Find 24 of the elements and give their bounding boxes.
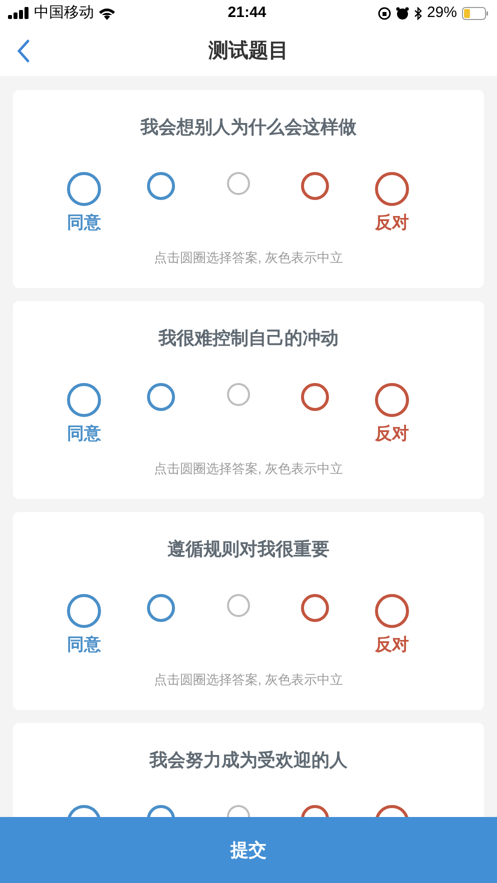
question-title: 遵循规则对我很重要: [168, 538, 330, 561]
question-title: 我会努力成为受欢迎的人: [150, 749, 348, 772]
carrier-name: 中国移动: [34, 2, 94, 23]
battery-percent: 29%: [426, 2, 457, 23]
scale-label: 反对: [375, 423, 409, 445]
question-title: 我会想别人为什么会这样做: [140, 116, 356, 139]
status-time: 21:44: [228, 2, 266, 23]
scale-label: 同意: [67, 634, 101, 656]
scale-label: 同意: [67, 423, 101, 445]
submit-button[interactable]: 提交: [0, 817, 497, 883]
hint-text: 点击圆圈选择答案, 灰色表示中立: [154, 460, 344, 478]
scale-label: 反对: [375, 634, 409, 656]
scale-label: 同意: [67, 212, 101, 234]
signal-icon: [8, 7, 30, 19]
page-title: 测试题目: [208, 39, 288, 64]
battery-icon: [462, 6, 489, 20]
back-icon: [16, 39, 30, 63]
hint-text: 点击圆圈选择答案, 灰色表示中立: [154, 671, 344, 689]
rotation-lock-icon: [378, 6, 391, 20]
question-title: 我很难控制自己的冲动: [158, 327, 338, 350]
bluetooth-icon: [414, 6, 422, 20]
hint-text: 点击圆圈选择答案, 灰色表示中立: [154, 249, 344, 267]
scale-label: 反对: [375, 212, 409, 234]
wifi-icon: [98, 6, 116, 20]
